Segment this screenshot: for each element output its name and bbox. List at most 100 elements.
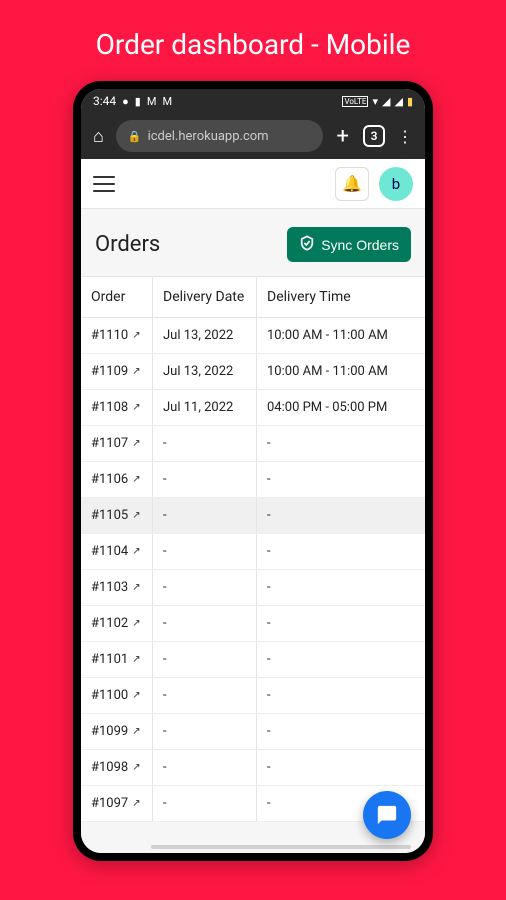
order-id: #1098: [91, 760, 128, 775]
order-id: #1108: [91, 400, 128, 415]
column-order[interactable]: Order: [81, 277, 153, 317]
date-cell: Jul 13, 2022: [153, 354, 257, 389]
order-cell[interactable]: #1099↗: [81, 714, 153, 749]
order-cell[interactable]: #1107 ↗: [81, 426, 153, 461]
external-link-icon: ↗: [132, 726, 140, 737]
chat-fab[interactable]: [363, 791, 411, 839]
signal-icon: ◢: [382, 95, 390, 108]
url-text: icdel.herokuapp.com: [148, 129, 269, 144]
date-cell: -: [153, 498, 257, 533]
date-cell: -: [153, 750, 257, 785]
time-cell: -: [257, 606, 425, 641]
external-link-icon: ↗: [132, 654, 140, 665]
date-cell: Jul 13, 2022: [153, 318, 257, 353]
external-link-icon: ↗: [132, 762, 140, 773]
date-cell: -: [153, 534, 257, 569]
order-cell[interactable]: #1109↗: [81, 354, 153, 389]
avatar[interactable]: b: [379, 167, 413, 201]
header-right: 🔔 b: [335, 167, 413, 201]
column-date[interactable]: Delivery Date: [153, 277, 257, 317]
date-cell: -: [153, 642, 257, 677]
scroll-indicator: [151, 845, 411, 849]
table-row[interactable]: #1104↗--: [81, 534, 425, 570]
table-row[interactable]: #1101 ↗ --: [81, 642, 425, 678]
order-cell[interactable]: #1103↗: [81, 570, 153, 605]
signal-icon: ◢: [394, 95, 402, 108]
bookmark-icon: ▮: [135, 95, 141, 108]
external-link-icon: ↗: [132, 330, 140, 341]
home-icon[interactable]: ⌂: [89, 122, 108, 151]
content-area: Orders Sync Orders Order Delivery Date D…: [81, 209, 425, 853]
new-tab-button[interactable]: +: [331, 120, 355, 153]
order-id: #1101: [91, 652, 128, 667]
external-link-icon: ↗: [132, 546, 140, 557]
table-row[interactable]: #1107↗--: [81, 426, 425, 462]
volte-icon: VoLTE: [342, 96, 368, 107]
browser-menu-button[interactable]: ⋮: [393, 123, 417, 150]
external-link-icon: ↗: [132, 690, 140, 701]
order-cell[interactable]: #1108 ↗: [81, 390, 153, 425]
table-row[interactable]: #1108 ↗ Jul 11, 202204:00 PM - 05:00 PM: [81, 390, 425, 426]
order-cell[interactable]: #1105 ↗: [81, 498, 153, 533]
time-cell: -: [257, 534, 425, 569]
external-link-icon: ↗: [132, 798, 140, 809]
dot-icon: ●: [122, 95, 129, 108]
status-left: 3:44 ● ▮ M M: [93, 94, 172, 108]
order-cell[interactable]: #1110 ↗: [81, 318, 153, 353]
mail-icon: M: [162, 95, 172, 108]
time-cell: -: [257, 678, 425, 713]
time-cell: 10:00 AM - 11:00 AM: [257, 318, 425, 353]
date-cell: -: [153, 678, 257, 713]
order-cell[interactable]: #1102↗: [81, 606, 153, 641]
date-cell: -: [153, 570, 257, 605]
table-row[interactable]: #1105↗--: [81, 498, 425, 534]
order-cell[interactable]: #1098 ↗: [81, 750, 153, 785]
date-cell: -: [153, 462, 257, 497]
time-cell: -: [257, 714, 425, 749]
order-cell[interactable]: #1097↗: [81, 786, 153, 821]
external-link-icon: ↗: [132, 402, 140, 413]
title-row: Orders Sync Orders: [81, 209, 425, 276]
phone-screen: 3:44 ● ▮ M M VoLTE ▾ ◢ ◢ ▮ ⌂ 🔒 icdel.her…: [81, 89, 425, 853]
order-cell[interactable]: #1101 ↗: [81, 642, 153, 677]
time-cell: -: [257, 642, 425, 677]
notifications-button[interactable]: 🔔: [335, 167, 369, 201]
table-row[interactable]: #1098 ↗ --: [81, 750, 425, 786]
time-cell: -: [257, 750, 425, 785]
table-row[interactable]: #1100 ↗ --: [81, 678, 425, 714]
order-id: #1102: [91, 616, 128, 631]
date-cell: -: [153, 786, 257, 821]
tabs-button[interactable]: 3: [363, 125, 385, 147]
date-cell: -: [153, 606, 257, 641]
table-row[interactable]: #1099↗--: [81, 714, 425, 750]
table-row[interactable]: #1103↗--: [81, 570, 425, 606]
order-id: #1107: [91, 436, 128, 451]
status-right: VoLTE ▾ ◢ ◢ ▮: [342, 95, 413, 108]
table-row[interactable]: #1106↗--: [81, 462, 425, 498]
table-row[interactable]: #1110 ↗ Jul 13, 202210:00 AM - 11:00 AM: [81, 318, 425, 354]
order-id: #1103: [91, 580, 128, 595]
url-bar[interactable]: 🔒 icdel.herokuapp.com: [116, 120, 323, 152]
column-time[interactable]: Delivery Time: [257, 277, 425, 317]
sync-orders-button[interactable]: Sync Orders: [287, 227, 411, 262]
order-id: #1100: [91, 688, 128, 703]
browser-bar: ⌂ 🔒 icdel.herokuapp.com + 3 ⋮: [81, 113, 425, 159]
order-id: #1109: [91, 364, 128, 379]
external-link-icon: ↗: [132, 510, 140, 521]
order-id: #1106: [91, 472, 128, 487]
table-row[interactable]: #1109↗Jul 13, 202210:00 AM - 11:00 AM: [81, 354, 425, 390]
order-cell[interactable]: #1100 ↗: [81, 678, 153, 713]
order-cell[interactable]: #1106↗: [81, 462, 153, 497]
bell-icon: 🔔: [342, 174, 362, 193]
order-id: #1110: [91, 328, 128, 343]
order-cell[interactable]: #1104↗: [81, 534, 153, 569]
hamburger-menu[interactable]: [93, 176, 115, 192]
status-bar: 3:44 ● ▮ M M VoLTE ▾ ◢ ◢ ▮: [81, 89, 425, 113]
table-row[interactable]: #1102↗--: [81, 606, 425, 642]
date-cell: Jul 11, 2022: [153, 390, 257, 425]
external-link-icon: ↗: [132, 438, 140, 449]
order-id: #1105: [91, 508, 128, 523]
time-cell: 04:00 PM - 05:00 PM: [257, 390, 425, 425]
time-cell: 10:00 AM - 11:00 AM: [257, 354, 425, 389]
time-cell: -: [257, 426, 425, 461]
